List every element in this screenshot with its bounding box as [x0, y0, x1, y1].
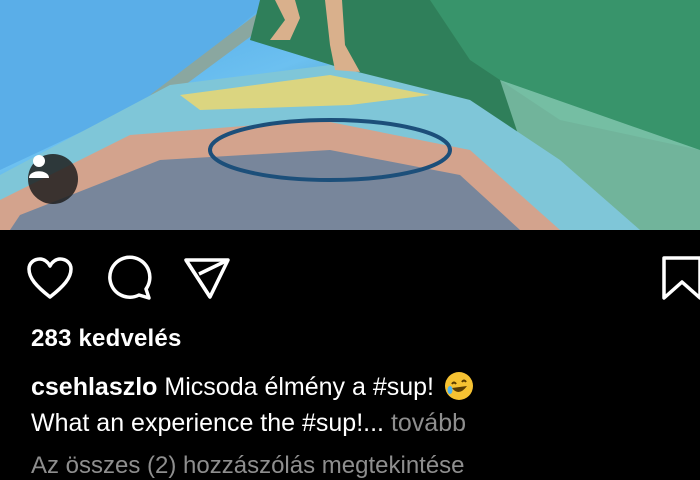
view-all-comments-link[interactable]: Az összes (2) hozzászólás megtekintése [31, 452, 465, 480]
share-button[interactable] [181, 254, 233, 306]
paddleboard-photo [0, 0, 700, 230]
post-photo[interactable] [0, 0, 700, 230]
bookmark-icon [656, 254, 700, 307]
action-bar [0, 230, 700, 325]
like-button[interactable] [24, 254, 76, 306]
caption-line-2: What an experience the #sup!... tovább [31, 405, 473, 441]
user-tag-button[interactable] [28, 154, 78, 204]
likes-count[interactable]: 283 kedvelés [31, 325, 182, 353]
caption-text: Micsoda élmény a #sup! [164, 373, 434, 401]
post-caption: csehlaszlo Micsoda élmény a #sup! What a… [31, 369, 473, 441]
comment-bubble-icon [106, 254, 152, 306]
caption-line-1: csehlaszlo Micsoda élmény a #sup! [31, 369, 473, 405]
rofl-emoji-icon [444, 372, 473, 400]
paper-plane-icon [183, 256, 231, 305]
more-link[interactable]: tovább [391, 409, 466, 437]
caption-translation: What an experience the #sup!... [31, 409, 384, 437]
save-button[interactable] [656, 254, 700, 306]
comment-button[interactable] [103, 254, 155, 306]
caption-username[interactable]: csehlaszlo [31, 373, 157, 401]
heart-icon [26, 256, 74, 305]
